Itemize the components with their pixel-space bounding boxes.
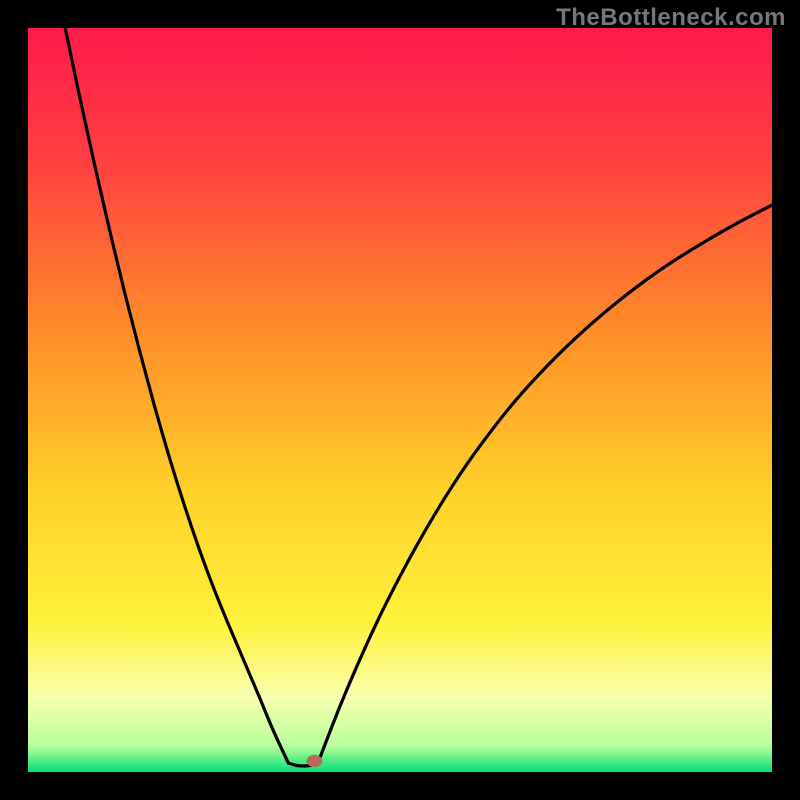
chart-frame: TheBottleneck.com bbox=[0, 0, 800, 800]
chart-svg bbox=[28, 28, 772, 772]
gradient-background bbox=[28, 28, 772, 772]
optimal-marker bbox=[306, 755, 322, 767]
